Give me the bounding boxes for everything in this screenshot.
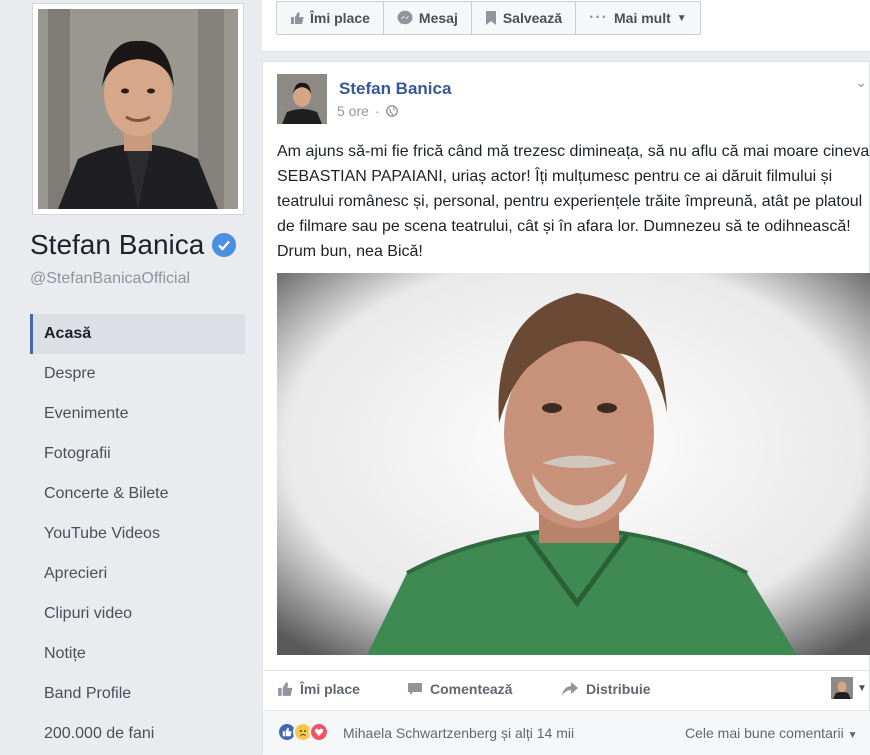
more-label: Mai mult (614, 10, 671, 26)
post-share-button[interactable]: Distribuie (561, 681, 651, 697)
ellipsis-icon: ··· (589, 9, 608, 26)
main-column: Îmi place Mesaj Salvează ··· Mai mult ▼ (262, 0, 870, 755)
message-label: Mesaj (418, 10, 458, 26)
post-photo[interactable] (277, 273, 870, 655)
message-button[interactable]: Mesaj (384, 2, 472, 34)
page-action-bar: Îmi place Mesaj Salvează ··· Mai mult ▼ (262, 0, 870, 52)
left-sidebar: Stefan Banica @StefanBanicaOfficial Acas… (0, 0, 262, 754)
love-reaction-icon (309, 722, 329, 742)
share-arrow-icon (562, 682, 578, 696)
nav-item-youtube-videos[interactable]: YouTube Videos (30, 514, 245, 554)
post-meta: 5 ore · (337, 103, 398, 119)
post-like-label: Îmi place (300, 681, 360, 697)
nav-item-concerte-bilete[interactable]: Concerte & Bilete (30, 474, 245, 514)
messenger-icon (397, 10, 413, 25)
nav-item-evenimente[interactable]: Evenimente (30, 394, 245, 434)
caret-down-icon: ▼ (857, 682, 867, 694)
caret-down-icon: ▼ (676, 12, 687, 24)
page-title[interactable]: Stefan Banica (30, 229, 237, 261)
nav-item-fotografii[interactable]: Fotografii (30, 434, 245, 474)
caret-down-icon: ▼ (847, 730, 858, 741)
like-page-button[interactable]: Îmi place (277, 2, 384, 34)
reactions-summary: Mihaela Schwartzenberg și alți 14 mii Ce… (263, 710, 870, 755)
like-page-label: Îmi place (310, 10, 370, 26)
globe-icon (385, 105, 398, 117)
reactions-count-text[interactable]: Mihaela Schwartzenberg și alți 14 mii (343, 725, 574, 741)
save-button[interactable]: Salvează (472, 2, 577, 34)
post-options-chevron-icon[interactable]: ⌄ (855, 74, 867, 91)
post-author-avatar[interactable] (277, 74, 327, 124)
nav-item-acasa[interactable]: Acasă (30, 314, 245, 354)
verified-badge-icon (212, 233, 237, 257)
dot-separator: · (374, 103, 380, 119)
thumbs-up-icon (278, 682, 293, 696)
comment-sort-label: Cele mai bune comentarii (685, 725, 844, 741)
nav-item-aprecieri[interactable]: Aprecieri (30, 554, 245, 594)
post-comment-label: Comentează (430, 681, 513, 697)
post-like-button[interactable]: Îmi place (277, 681, 360, 697)
post-body-text: Am ajuns să-mi fie frică când mă trezesc… (277, 143, 870, 260)
page-name-text: Stefan Banica (30, 229, 205, 260)
page-handle[interactable]: @StefanBanicaOfficial (30, 270, 190, 288)
action-button-group: Îmi place Mesaj Salvează ··· Mai mult ▼ (276, 1, 701, 35)
post-share-label: Distribuie (586, 681, 651, 697)
thumbs-up-icon (291, 12, 304, 24)
nav-item-clipuri-video[interactable]: Clipuri video (30, 594, 245, 634)
profile-picture-frame[interactable] (32, 3, 244, 215)
save-label: Salvează (502, 10, 563, 26)
bookmark-icon (485, 11, 496, 25)
more-button[interactable]: ··· Mai mult ▼ (576, 2, 700, 34)
post-timestamp[interactable]: 5 ore (337, 103, 369, 119)
nav-item-band-profile[interactable]: Band Profile (30, 674, 245, 714)
post-action-bar: Îmi place Comentează Distribuie ▼ (263, 670, 870, 710)
reaction-icons[interactable] (277, 722, 329, 742)
nav-item-notite[interactable]: Notițe (30, 634, 245, 674)
comment-icon (408, 683, 422, 695)
post-comment-button[interactable]: Comentează (407, 681, 512, 697)
page-nav: Acasă Despre Evenimente Fotografii Conce… (30, 314, 245, 754)
profile-picture (38, 9, 238, 209)
nav-item-fani[interactable]: 200.000 de fani (30, 714, 245, 754)
react-as-selector[interactable]: ▼ (831, 677, 867, 699)
feed-post: Stefan Banica 5 ore · ⌄ Am ajuns să-mi f… (262, 61, 870, 755)
page-avatar-small-icon (831, 677, 853, 699)
post-author-name[interactable]: Stefan Banica (339, 79, 451, 99)
comment-sort-dropdown[interactable]: Cele mai bune comentarii ▼ (685, 725, 858, 741)
nav-item-despre[interactable]: Despre (30, 354, 245, 394)
